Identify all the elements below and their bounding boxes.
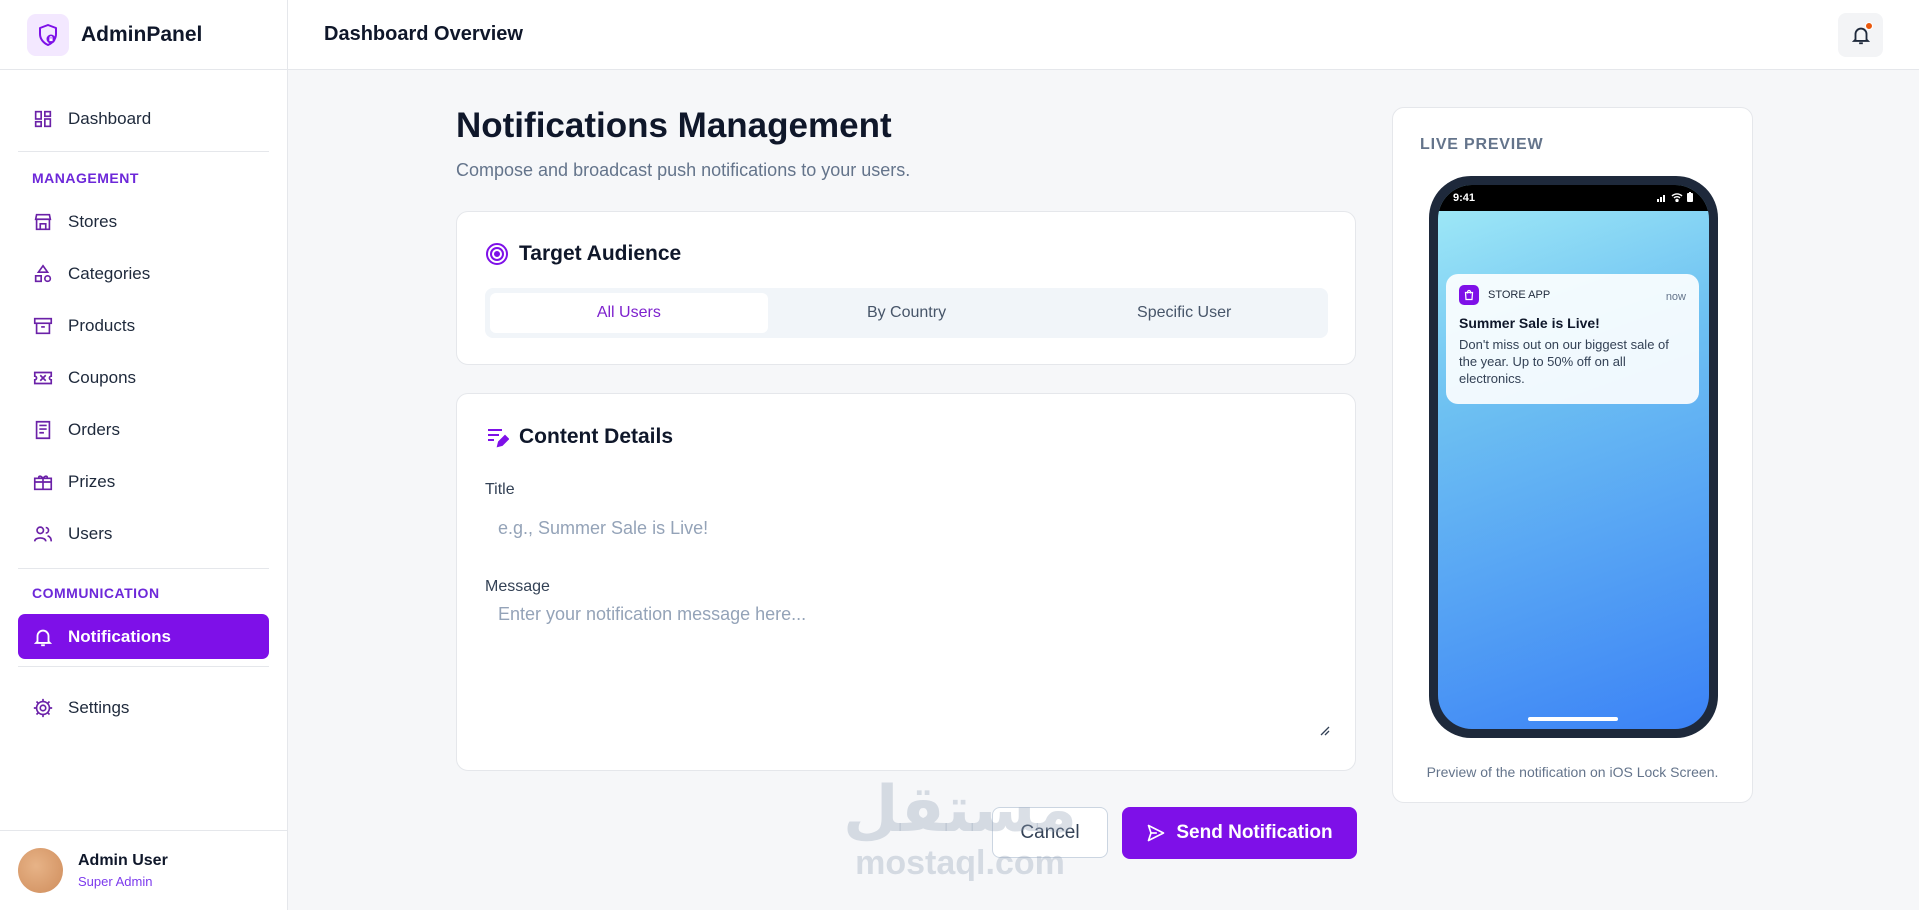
- sidebar-item-settings[interactable]: Settings: [18, 685, 269, 730]
- watermark-arabic: مستقل: [842, 773, 1078, 847]
- audience-option-by-country[interactable]: By Country: [768, 293, 1046, 333]
- sidebar-item-label: Dashboard: [68, 108, 152, 128]
- brand[interactable]: AdminPanel: [0, 0, 287, 70]
- notification-body: Don't miss out on our biggest sale of th…: [1459, 337, 1669, 386]
- page-header-title: Dashboard Overview: [324, 23, 523, 45]
- sidebar-item-label: Products: [68, 315, 136, 335]
- send-icon: [1148, 824, 1165, 842]
- edit-list-icon: [488, 429, 509, 448]
- notification-preview: STORE APP now Summer Sale is Live! Don't…: [1446, 274, 1699, 404]
- section-label-communication: COMMUNICATION: [32, 585, 160, 601]
- live-preview-card: LIVE PREVIEW 9:41 STORE APP now Summer S…: [1392, 107, 1753, 803]
- watermark-latin: mostaql.com: [855, 844, 1065, 882]
- notification-app-name: STORE APP: [1488, 289, 1551, 301]
- sidebar-item-label: Prizes: [68, 471, 116, 491]
- sidebar-item-notifications[interactable]: Notifications: [18, 614, 269, 659]
- sidebar-item-label: Notifications: [68, 626, 171, 646]
- user-name: Admin User: [78, 852, 168, 869]
- avatar: [18, 848, 63, 893]
- status-time: 9:41: [1453, 192, 1476, 204]
- ticket-icon: [33, 371, 53, 384]
- receipt-icon: [35, 420, 51, 439]
- sidebar-item-products[interactable]: Products: [18, 303, 269, 348]
- signal-icon: [1657, 194, 1665, 202]
- sidebar-item-stores[interactable]: Stores: [18, 199, 269, 244]
- live-preview-label: LIVE PREVIEW: [1420, 136, 1544, 153]
- sidebar: AdminPanel Dashboard MANAGEMENT Stores C…: [0, 0, 288, 910]
- sidebar-item-dashboard[interactable]: Dashboard: [18, 96, 269, 141]
- gift-icon: [33, 474, 53, 490]
- home-indicator: [1528, 717, 1618, 721]
- grid-icon: [34, 110, 52, 127]
- sidebar-item-orders[interactable]: Orders: [18, 407, 269, 452]
- notifications-button[interactable]: [1838, 13, 1883, 57]
- sidebar-item-prizes[interactable]: Prizes: [18, 459, 269, 504]
- target-audience-card: Target Audience All Users By Country Spe…: [456, 211, 1356, 365]
- title-input[interactable]: [485, 506, 1328, 550]
- sidebar-item-label: Coupons: [68, 367, 137, 387]
- section-label-management: MANAGEMENT: [32, 170, 139, 186]
- notification-app-row: STORE APP: [1459, 285, 1686, 305]
- users-icon: [33, 525, 53, 542]
- target-icon: [486, 243, 508, 265]
- phone-screen: 9:41 STORE APP now Summer Sale is Live! …: [1438, 185, 1709, 729]
- shapes-icon: [34, 263, 52, 282]
- divider: [18, 151, 269, 152]
- sidebar-item-label: Settings: [68, 697, 130, 717]
- notification-title: Summer Sale is Live!: [1459, 315, 1600, 331]
- target-audience-heading: Target Audience: [485, 242, 681, 266]
- divider: [18, 568, 269, 569]
- send-button-label: Send Notification: [1176, 822, 1333, 843]
- content-details-heading: Content Details: [485, 425, 673, 449]
- shield-lock-icon: [27, 13, 69, 56]
- sidebar-item-categories[interactable]: Categories: [18, 251, 269, 296]
- battery-icon: [1687, 192, 1693, 202]
- title-label: Title: [485, 481, 515, 498]
- notification-time: now: [1665, 291, 1686, 303]
- sidebar-item-users[interactable]: Users: [18, 511, 269, 556]
- send-notification-button[interactable]: Send Notification: [1122, 807, 1357, 859]
- notification-dot: [1865, 22, 1873, 30]
- phone-mockup: 9:41 STORE APP now Summer Sale is Live! …: [1429, 176, 1718, 738]
- sidebar-item-label: Categories: [68, 263, 151, 283]
- store-icon: [34, 213, 52, 230]
- topbar: Dashboard Overview: [288, 0, 1919, 70]
- content-details-card: Content Details Title Message: [456, 393, 1356, 771]
- archive-icon: [33, 317, 53, 334]
- content-details-title: Content Details: [519, 425, 674, 448]
- sidebar-item-label: Orders: [68, 419, 120, 439]
- shopping-bag-icon: [1459, 285, 1479, 305]
- page-title: Notifications Management: [456, 106, 892, 145]
- page-subtitle: Compose and broadcast push notifications…: [456, 160, 911, 180]
- watermark: مستقل mostaql.com: [840, 775, 1080, 881]
- wifi-icon: [1671, 192, 1683, 202]
- status-bar: 9:41: [1438, 185, 1709, 211]
- sidebar-item-label: Users: [68, 523, 113, 543]
- preview-caption: Preview of the notification on iOS Lock …: [1426, 764, 1719, 780]
- message-textarea[interactable]: [485, 592, 1328, 742]
- resize-handle-icon[interactable]: [1319, 725, 1330, 736]
- sidebar-item-label: Stores: [68, 211, 118, 231]
- gear-icon: [33, 698, 53, 717]
- target-audience-title: Target Audience: [519, 242, 682, 265]
- user-role: Super Admin: [78, 874, 153, 889]
- audience-option-all-users[interactable]: All Users: [490, 293, 768, 333]
- brand-name: AdminPanel: [81, 22, 203, 46]
- user-profile[interactable]: Admin User Super Admin: [0, 830, 287, 910]
- audience-option-specific-user[interactable]: Specific User: [1045, 293, 1323, 333]
- sidebar-item-coupons[interactable]: Coupons: [18, 355, 269, 400]
- bell-icon: [33, 629, 53, 646]
- audience-segmented-control: All Users By Country Specific User: [485, 288, 1328, 338]
